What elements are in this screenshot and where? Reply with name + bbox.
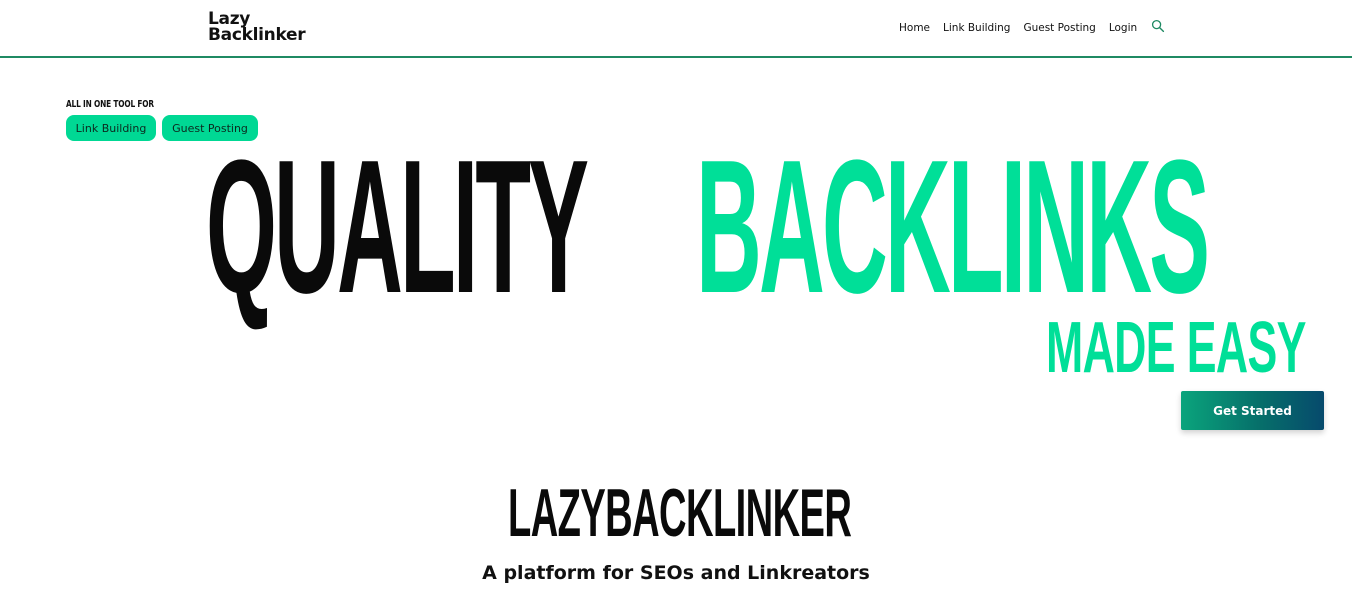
site-header: Lazy Backlinker Home Link Building Guest… (0, 0, 1352, 58)
nav-home[interactable]: Home (899, 22, 930, 34)
logo-line-2: Backlinker (208, 25, 306, 45)
search-icon[interactable] (1151, 19, 1165, 33)
headline-quality: QUALITY (206, 121, 589, 333)
nav-login[interactable]: Login (1109, 22, 1137, 34)
get-started-button[interactable]: Get Started (1181, 391, 1324, 430)
tagline-text: A platform for SEOs and Linkreators (482, 562, 870, 584)
main-nav: Home Link Building Guest Posting Login (899, 19, 1165, 34)
hero-kicker: ALL IN ONE TOOL FOR (66, 99, 154, 110)
brand-heading: LAZYBACKLINKER (508, 475, 852, 551)
headline-backlinks: BACKLINKS (696, 121, 1210, 333)
nav-link-building[interactable]: Link Building (943, 22, 1010, 34)
nav-guest-posting[interactable]: Guest Posting (1023, 22, 1095, 34)
tagline: A platform for SEOs and Linkreators (0, 562, 1352, 584)
site-logo[interactable]: Lazy Backlinker (208, 11, 306, 45)
pill-link-building[interactable]: Link Building (66, 115, 156, 141)
headline-made-easy: MADE EASY (1046, 308, 1306, 388)
